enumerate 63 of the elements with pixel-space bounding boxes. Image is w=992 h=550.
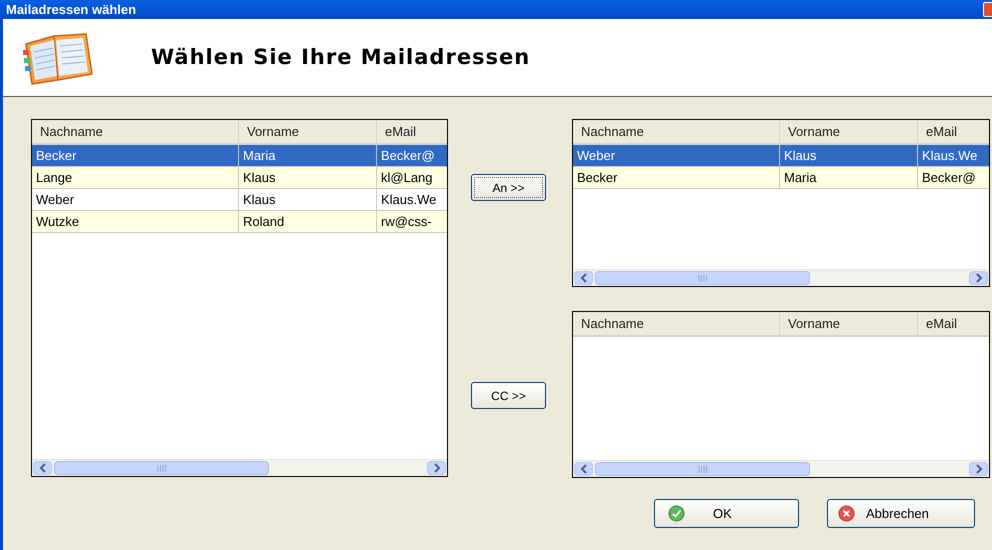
scrollbar-thumb[interactable]: [595, 462, 810, 476]
table-cell-text: Wutzke: [36, 212, 80, 231]
chevron-right-icon: [974, 273, 982, 283]
list-row[interactable]: Becker Maria Becker@: [573, 167, 989, 189]
column-header[interactable]: Nachname: [581, 314, 644, 334]
table-cell-text: Maria: [784, 168, 817, 187]
table-cell-text: Klaus.We: [381, 190, 436, 209]
chevron-left-icon: [38, 463, 46, 473]
chevron-left-icon: [580, 464, 588, 474]
chevron-right-icon: [974, 464, 982, 474]
column-header[interactable]: Vorname: [788, 314, 840, 334]
table-cell-text: Klaus: [243, 190, 276, 209]
scroll-left-button[interactable]: [574, 271, 593, 285]
close-button[interactable]: [983, 2, 992, 17]
horizontal-scrollbar[interactable]: [573, 269, 989, 286]
column-header[interactable]: Nachname: [40, 122, 103, 142]
chevron-left-icon: [580, 273, 588, 283]
grip-icon: [698, 466, 708, 472]
list-row[interactable]: Lange Klaus kl@Lang: [32, 167, 447, 189]
scrollbar-thumb[interactable]: [595, 271, 810, 285]
dialog-heading: Wählen Sie Ihre Mailadressen: [151, 44, 530, 71]
column-header[interactable]: Nachname: [581, 122, 644, 142]
column-header[interactable]: eMail: [926, 314, 958, 334]
table-cell-text: Klaus.We: [922, 146, 978, 165]
close-icon: [838, 505, 855, 522]
grip-icon: [698, 274, 708, 282]
scroll-right-button[interactable]: [969, 271, 988, 285]
column-header[interactable]: Vorname: [788, 122, 840, 142]
table-cell-text: Weber: [577, 146, 616, 165]
check-icon: [668, 505, 685, 522]
column-header[interactable]: eMail: [926, 122, 958, 142]
scroll-right-button[interactable]: [969, 462, 988, 476]
table-cell-text: Becker: [577, 168, 618, 187]
table-cell-text: Becker@: [922, 168, 976, 187]
table-cell-text: Klaus: [784, 146, 817, 165]
window-title: Mailadressen wählen: [6, 0, 136, 19]
horizontal-scrollbar[interactable]: [573, 460, 989, 477]
grip-icon: [156, 464, 166, 472]
cancel-button[interactable]: Abbrechen: [827, 499, 975, 528]
table-cell-text: Klaus: [243, 168, 276, 187]
table-cell-text: Weber: [36, 190, 74, 209]
ok-button[interactable]: OK: [654, 499, 799, 528]
chevron-right-icon: [432, 463, 440, 473]
table-cell-text: rw@css-: [381, 212, 432, 231]
table-cell-text: Lange: [36, 168, 72, 187]
add-button[interactable]: CC >>: [471, 382, 546, 409]
scroll-left-button[interactable]: [574, 462, 593, 476]
table-cell-text: kl@Lang: [381, 168, 433, 187]
scroll-right-button[interactable]: [427, 461, 446, 475]
list-row[interactable]: Becker Maria Becker@: [32, 145, 447, 167]
scroll-left-button[interactable]: [33, 461, 52, 475]
table-cell-text: Becker@: [381, 146, 435, 165]
add-button[interactable]: An >>: [471, 174, 546, 201]
list-row[interactable]: Weber Klaus Klaus.We: [573, 145, 989, 167]
horizontal-scrollbar[interactable]: [32, 459, 447, 476]
column-header[interactable]: eMail: [385, 122, 416, 142]
list-row[interactable]: Wutzke Roland rw@css-: [32, 211, 447, 233]
list-row[interactable]: Weber Klaus Klaus.We: [32, 189, 447, 211]
column-header[interactable]: Vorname: [247, 122, 300, 142]
scrollbar-thumb[interactable]: [54, 461, 269, 475]
table-cell-text: Roland: [243, 212, 284, 231]
table-cell-text: Becker: [36, 146, 76, 165]
table-cell-text: Maria: [243, 146, 276, 165]
